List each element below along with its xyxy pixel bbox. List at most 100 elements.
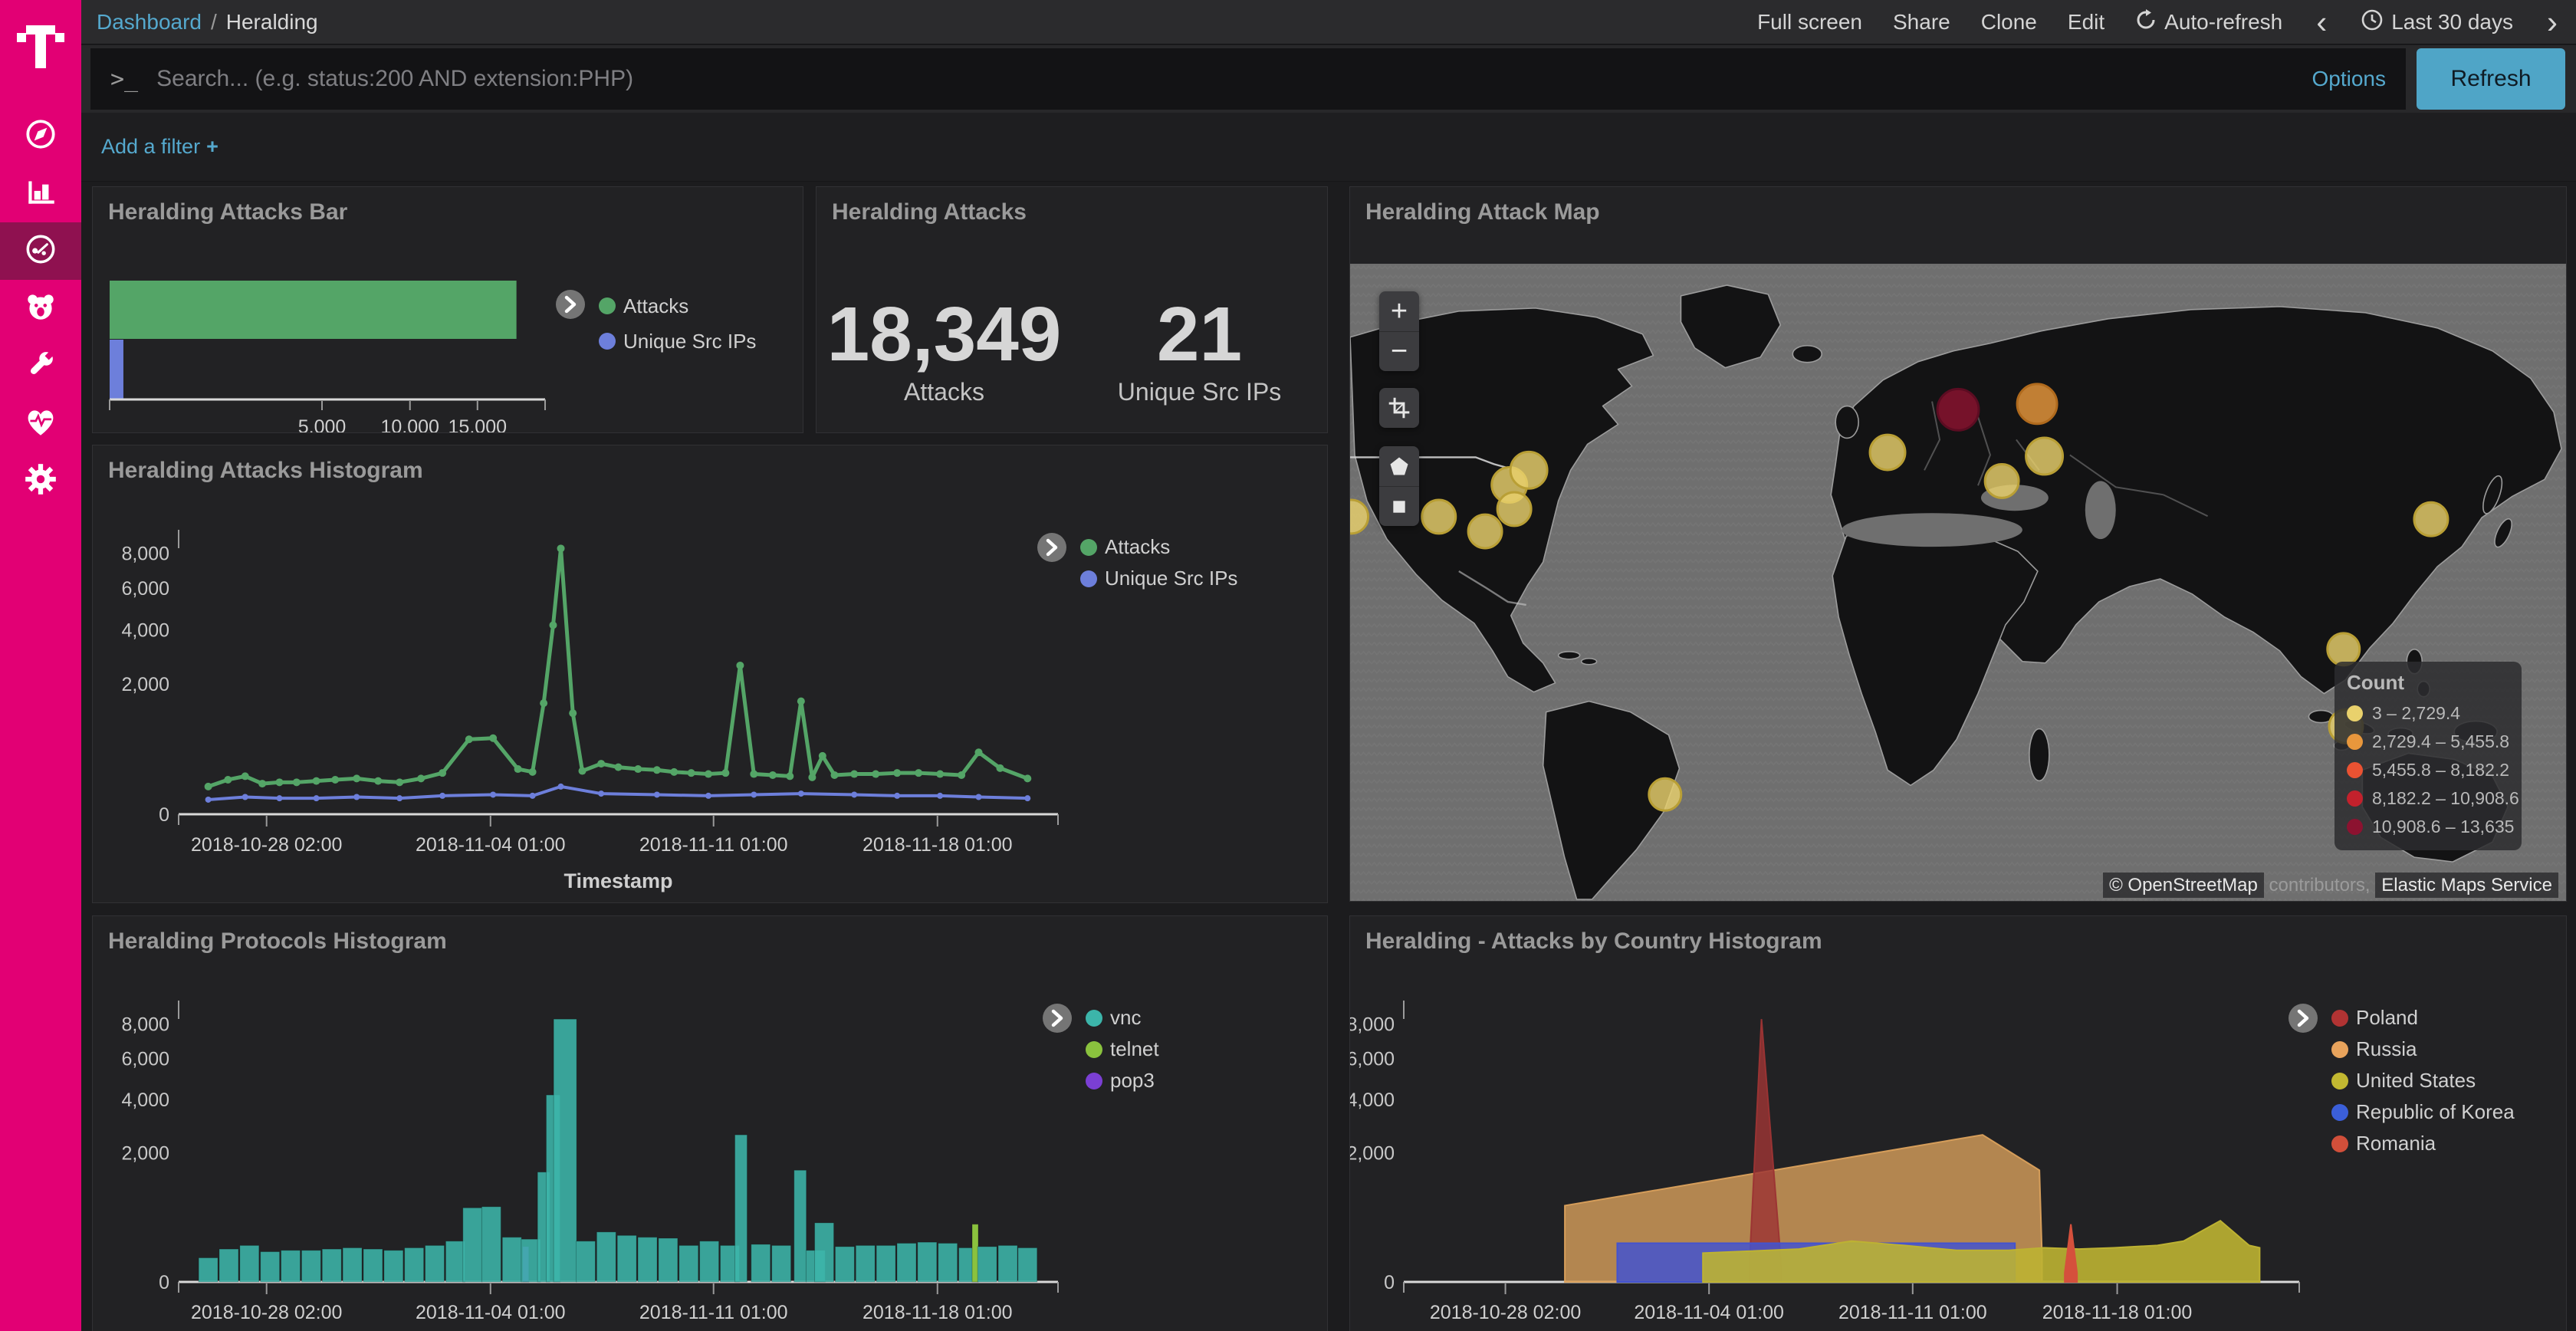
svg-text:0: 0 bbox=[1384, 1272, 1395, 1293]
map-marker[interactable] bbox=[1985, 464, 2019, 498]
protocols-histogram-chart[interactable]: 02,0004,0006,0008,0002018-10-28 02:00201… bbox=[93, 916, 1327, 1331]
breadcrumb-dashboard[interactable]: Dashboard bbox=[97, 10, 202, 35]
legend-label: United States bbox=[2356, 1069, 2476, 1093]
map-marker[interactable] bbox=[1870, 435, 1905, 470]
legend-expand-icon[interactable] bbox=[556, 290, 585, 319]
osm-attribution[interactable]: © OpenStreetMap bbox=[2103, 873, 2264, 898]
rectangle-tool-button[interactable] bbox=[1379, 486, 1419, 526]
legend-item-romania[interactable]: Romania bbox=[2331, 1128, 2515, 1159]
panel-attack-map: Heralding Attack Map bbox=[1349, 186, 2567, 902]
search-input[interactable] bbox=[156, 66, 2296, 92]
svg-text:2018-11-04 01:00: 2018-11-04 01:00 bbox=[416, 834, 566, 856]
map-marker[interactable] bbox=[2328, 633, 2360, 666]
legend-title: Count bbox=[2347, 671, 2509, 695]
sidebar-item-dashboard[interactable] bbox=[0, 222, 81, 280]
time-prev-button[interactable]: ‹ bbox=[2313, 6, 2330, 38]
legend-expand-icon[interactable] bbox=[1037, 533, 1066, 562]
map-marker[interactable] bbox=[1937, 389, 1979, 430]
protocols-histogram-legend: vnc telnet pop3 bbox=[1086, 1002, 1159, 1096]
sidebar-item-tools[interactable] bbox=[0, 337, 81, 395]
panel-title: Heralding - Attacks by Country Histogram bbox=[1365, 928, 1822, 955]
legend-item-republic-of-korea[interactable]: Republic of Korea bbox=[2331, 1096, 2515, 1128]
ems-attribution[interactable]: Elastic Maps Service bbox=[2375, 873, 2558, 898]
count-legend-dot bbox=[2347, 705, 2363, 721]
nav-action-full-screen[interactable]: Full screen bbox=[1757, 10, 1862, 35]
legend-expand-icon[interactable] bbox=[1043, 1004, 1072, 1033]
bear-icon bbox=[22, 288, 59, 329]
filter-bar: Add a filter+ bbox=[81, 113, 2576, 182]
legend-item-pop3[interactable]: pop3 bbox=[1086, 1065, 1159, 1096]
crop-tool-button[interactable] bbox=[1379, 388, 1419, 428]
world-map[interactable]: + − Count 3 – 2,729.4 2,729.4 – 5,455.8 5,… bbox=[1350, 264, 2566, 901]
legend-item-attacks[interactable]: Attacks bbox=[599, 288, 756, 324]
legend-label: Unique Src IPs bbox=[623, 330, 756, 353]
legend-label: Attacks bbox=[1105, 535, 1170, 559]
count-legend-row: 2,729.4 – 5,455.8 bbox=[2347, 728, 2509, 756]
legend-item-poland[interactable]: Poland bbox=[2331, 1002, 2515, 1034]
svg-text:6,000: 6,000 bbox=[121, 578, 169, 600]
gauge-icon bbox=[22, 231, 59, 271]
map-marker[interactable] bbox=[1422, 500, 1456, 534]
legend-item-telnet[interactable]: telnet bbox=[1086, 1034, 1159, 1065]
panel-title: Heralding Attacks Histogram bbox=[108, 458, 423, 484]
legend-item-united-states[interactable]: United States bbox=[2331, 1065, 2515, 1096]
panel-title: Heralding Attacks bbox=[832, 199, 1027, 225]
sidebar-item-tpot[interactable] bbox=[0, 280, 81, 337]
legend-item-unique-src-ips[interactable]: Unique Src IPs bbox=[1080, 563, 1237, 594]
add-filter-link[interactable]: Add a filter+ bbox=[101, 135, 219, 159]
legend-dot bbox=[1086, 1010, 1102, 1027]
legend-item-unique-src-ips[interactable]: Unique Src IPs bbox=[599, 324, 756, 359]
polygon-tool-button[interactable] bbox=[1379, 446, 1419, 486]
refresh-cycle-icon bbox=[2135, 9, 2157, 35]
nav-action-clone[interactable]: Clone bbox=[1981, 10, 2037, 35]
svg-text:2,000: 2,000 bbox=[121, 674, 169, 695]
sidebar-items bbox=[0, 107, 81, 510]
sidebar-item-monitoring[interactable] bbox=[0, 395, 81, 452]
sidebar-item-visualize[interactable] bbox=[0, 165, 81, 222]
nav-action-share[interactable]: Share bbox=[1893, 10, 1950, 35]
count-legend-dot bbox=[2347, 734, 2363, 750]
time-picker[interactable]: Last 30 days bbox=[2361, 8, 2513, 35]
count-legend-dot bbox=[2347, 790, 2363, 807]
legend-item-attacks[interactable]: Attacks bbox=[1080, 531, 1237, 563]
refresh-button[interactable]: Refresh bbox=[2417, 48, 2565, 110]
map-marker[interactable] bbox=[1510, 452, 1547, 488]
count-legend-row: 5,455.8 – 8,182.2 bbox=[2347, 756, 2509, 784]
map-marker[interactable] bbox=[2017, 384, 2057, 424]
attacks-histogram-chart[interactable]: 02,0004,0006,0008,0002018-10-28 02:00201… bbox=[93, 445, 1327, 902]
zoom-in-button[interactable]: + bbox=[1379, 291, 1419, 331]
map-attribution: © OpenStreetMap contributors, Elastic Ma… bbox=[2103, 875, 2558, 896]
svg-text:0: 0 bbox=[159, 1272, 169, 1293]
map-marker[interactable] bbox=[2026, 438, 2063, 475]
sidebar-item-settings[interactable] bbox=[0, 452, 81, 510]
count-legend-label: 5,455.8 – 8,182.2 bbox=[2372, 760, 2509, 781]
svg-text:2018-10-28 02:00: 2018-10-28 02:00 bbox=[1430, 1302, 1581, 1323]
telekom-logo[interactable] bbox=[0, 0, 81, 94]
count-legend-label: 3 – 2,729.4 bbox=[2372, 703, 2460, 724]
svg-text:6,000: 6,000 bbox=[121, 1049, 169, 1070]
time-next-button[interactable]: › bbox=[2544, 6, 2561, 38]
zoom-out-button[interactable]: − bbox=[1379, 331, 1419, 371]
options-link[interactable]: Options bbox=[2312, 67, 2387, 91]
legend-item-russia[interactable]: Russia bbox=[2331, 1034, 2515, 1065]
map-marker[interactable] bbox=[1649, 778, 1681, 810]
panel-title: Heralding Attacks Bar bbox=[108, 199, 347, 225]
compass-icon bbox=[22, 116, 59, 156]
legend-label: telnet bbox=[1110, 1037, 1159, 1061]
map-marker[interactable] bbox=[2414, 502, 2448, 536]
map-marker[interactable] bbox=[1468, 514, 1502, 548]
sidebar-item-discover[interactable] bbox=[0, 107, 81, 165]
auto-refresh-button[interactable]: Auto-refresh bbox=[2135, 9, 2282, 35]
attacks-bar-legend: Attacks Unique Src IPs bbox=[599, 288, 756, 359]
legend-dot bbox=[599, 333, 616, 350]
map-mediterranean bbox=[1842, 513, 2022, 547]
panel-title: Heralding Protocols Histogram bbox=[108, 928, 447, 955]
legend-expand-icon[interactable] bbox=[2288, 1004, 2318, 1033]
metric-value: 18,349 bbox=[816, 294, 1072, 375]
nav-action-edit[interactable]: Edit bbox=[2068, 10, 2104, 35]
svg-text:2018-10-28 02:00: 2018-10-28 02:00 bbox=[191, 1302, 342, 1323]
count-legend-dot bbox=[2347, 819, 2363, 835]
map-marker[interactable] bbox=[1497, 492, 1531, 526]
search-bar[interactable]: >_ Options bbox=[90, 48, 2406, 110]
legend-item-vnc[interactable]: vnc bbox=[1086, 1002, 1159, 1034]
